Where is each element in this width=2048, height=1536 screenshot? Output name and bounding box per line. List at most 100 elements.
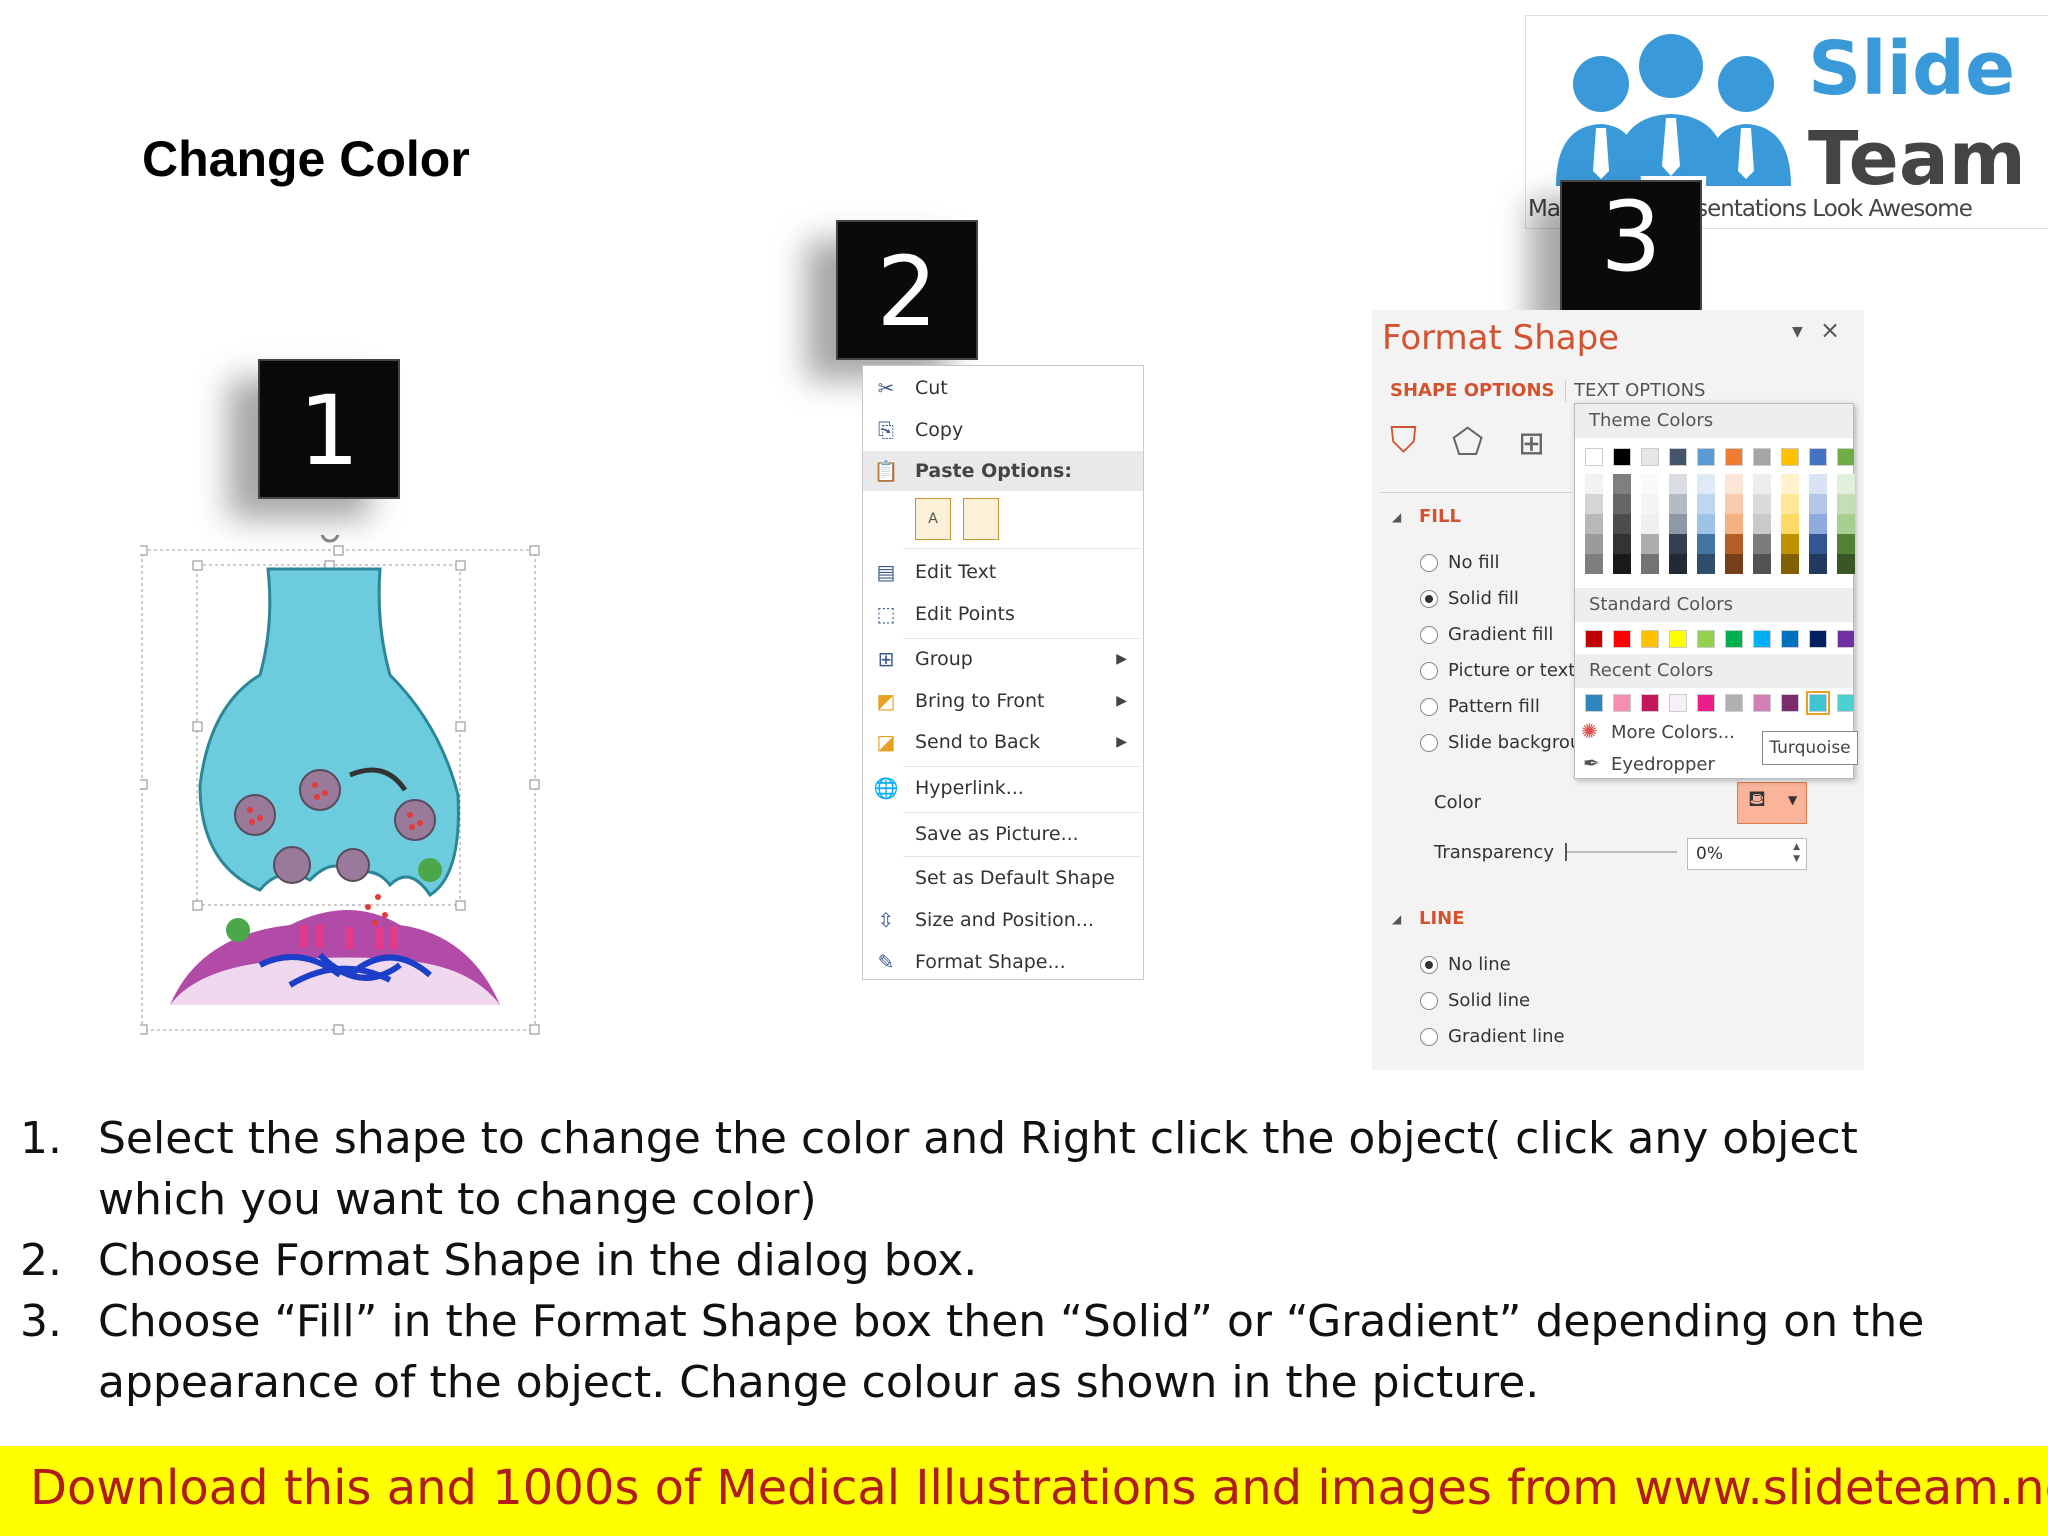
fill-color-button[interactable]: ⛾ ▼ xyxy=(1737,782,1807,824)
standard-color-swatch[interactable] xyxy=(1725,630,1743,648)
radio-solid-fill[interactable] xyxy=(1420,590,1438,608)
theme-shade-swatch[interactable] xyxy=(1781,514,1799,534)
theme-color-swatch[interactable] xyxy=(1725,448,1743,466)
theme-shade-swatch[interactable] xyxy=(1641,474,1659,494)
radio-pattern-fill[interactable] xyxy=(1420,698,1438,716)
theme-shade-swatch[interactable] xyxy=(1585,514,1603,534)
standard-color-swatch[interactable] xyxy=(1809,630,1827,648)
transparency-input[interactable]: 0% ▲ ▼ xyxy=(1687,838,1807,870)
theme-shade-swatch[interactable] xyxy=(1837,494,1855,514)
theme-shade-swatch[interactable] xyxy=(1753,554,1771,574)
theme-color-swatch[interactable] xyxy=(1669,448,1687,466)
theme-shade-swatch[interactable] xyxy=(1697,494,1715,514)
theme-shade-swatch[interactable] xyxy=(1669,474,1687,494)
menu-item-copy[interactable]: ⎘ Copy xyxy=(863,410,1143,450)
theme-color-swatch[interactable] xyxy=(1585,448,1603,466)
theme-shade-swatch[interactable] xyxy=(1585,554,1603,574)
synapse-illustration[interactable] xyxy=(137,523,540,1045)
theme-shade-swatch[interactable] xyxy=(1641,494,1659,514)
theme-shade-swatch[interactable] xyxy=(1697,534,1715,554)
recent-color-swatch[interactable] xyxy=(1585,694,1603,712)
menu-item-set-default-shape[interactable]: Set as Default Shape xyxy=(863,858,1143,898)
theme-shade-swatch[interactable] xyxy=(1725,554,1743,574)
theme-shade-swatch[interactable] xyxy=(1697,554,1715,574)
recent-color-swatch[interactable] xyxy=(1837,694,1855,712)
theme-shade-swatch[interactable] xyxy=(1781,474,1799,494)
recent-color-swatch[interactable] xyxy=(1806,691,1830,715)
standard-color-swatch[interactable] xyxy=(1585,630,1603,648)
radio-gradient-fill[interactable] xyxy=(1420,626,1438,644)
line-section-header[interactable]: LINE xyxy=(1419,908,1465,929)
theme-shade-swatch[interactable] xyxy=(1669,554,1687,574)
standard-color-swatch[interactable] xyxy=(1641,630,1659,648)
size-properties-icon[interactable]: ⊞ xyxy=(1518,424,1545,462)
radio-no-fill[interactable] xyxy=(1420,554,1438,572)
paste-keep-text-icon[interactable]: A xyxy=(915,498,951,540)
theme-color-swatch[interactable] xyxy=(1641,448,1659,466)
theme-shade-swatch[interactable] xyxy=(1781,554,1799,574)
tab-text-options[interactable]: TEXT OPTIONS xyxy=(1574,380,1705,401)
standard-color-swatch[interactable] xyxy=(1837,630,1855,648)
menu-item-group[interactable]: ⊞ Group ▶ xyxy=(863,639,1143,679)
download-banner[interactable]: Download this and 1000s of Medical Illus… xyxy=(0,1446,2048,1536)
recent-color-swatch[interactable] xyxy=(1753,694,1771,712)
theme-shade-swatch[interactable] xyxy=(1837,474,1855,494)
close-icon[interactable]: × xyxy=(1820,316,1840,344)
theme-shade-swatch[interactable] xyxy=(1585,534,1603,554)
radio-solid-line[interactable] xyxy=(1420,992,1438,1010)
theme-shade-swatch[interactable] xyxy=(1753,534,1771,554)
standard-color-swatch[interactable] xyxy=(1753,630,1771,648)
theme-shade-swatch[interactable] xyxy=(1697,474,1715,494)
theme-shade-swatch[interactable] xyxy=(1809,534,1827,554)
radio-picture-fill[interactable] xyxy=(1420,662,1438,680)
theme-shade-swatch[interactable] xyxy=(1641,534,1659,554)
recent-color-swatch[interactable] xyxy=(1613,694,1631,712)
standard-color-swatch[interactable] xyxy=(1613,630,1631,648)
theme-shade-swatch[interactable] xyxy=(1753,514,1771,534)
theme-shade-swatch[interactable] xyxy=(1753,494,1771,514)
recent-color-swatch[interactable] xyxy=(1669,694,1687,712)
paste-picture-icon[interactable] xyxy=(963,498,999,540)
theme-shade-swatch[interactable] xyxy=(1613,554,1631,574)
theme-shade-swatch[interactable] xyxy=(1809,474,1827,494)
theme-color-swatch[interactable] xyxy=(1753,448,1771,466)
radio-gradient-line[interactable] xyxy=(1420,1028,1438,1046)
effects-icon[interactable]: ⬠ xyxy=(1452,422,1483,463)
recent-color-swatch[interactable] xyxy=(1781,694,1799,712)
theme-shade-swatch[interactable] xyxy=(1585,494,1603,514)
theme-color-swatch[interactable] xyxy=(1781,448,1799,466)
theme-shade-swatch[interactable] xyxy=(1725,514,1743,534)
theme-shade-swatch[interactable] xyxy=(1809,514,1827,534)
theme-color-swatch[interactable] xyxy=(1697,448,1715,466)
theme-shade-swatch[interactable] xyxy=(1585,474,1603,494)
fill-section-header[interactable]: FILL xyxy=(1419,506,1461,527)
theme-shade-swatch[interactable] xyxy=(1781,494,1799,514)
theme-shade-swatch[interactable] xyxy=(1613,474,1631,494)
menu-item-save-as-picture[interactable]: Save as Picture... xyxy=(863,814,1143,854)
menu-item-send-to-back[interactable]: ◪ Send to Back ▶ xyxy=(863,722,1143,762)
transparency-slider-handle[interactable] xyxy=(1565,843,1567,861)
radio-slide-background-fill[interactable] xyxy=(1420,734,1438,752)
theme-shade-swatch[interactable] xyxy=(1669,514,1687,534)
recent-color-swatch[interactable] xyxy=(1725,694,1743,712)
theme-shade-swatch[interactable] xyxy=(1669,494,1687,514)
theme-shade-swatch[interactable] xyxy=(1725,494,1743,514)
theme-shade-swatch[interactable] xyxy=(1613,514,1631,534)
menu-item-cut[interactable]: ✂ Cut xyxy=(863,368,1143,408)
recent-color-swatch[interactable] xyxy=(1641,694,1659,712)
theme-shade-swatch[interactable] xyxy=(1641,554,1659,574)
theme-shade-swatch[interactable] xyxy=(1641,514,1659,534)
menu-item-size-position[interactable]: ⇳ Size and Position... xyxy=(863,900,1143,940)
theme-shade-swatch[interactable] xyxy=(1753,474,1771,494)
theme-shade-swatch[interactable] xyxy=(1837,554,1855,574)
menu-item-bring-to-front[interactable]: ◩ Bring to Front ▶ xyxy=(863,681,1143,721)
tab-shape-options[interactable]: SHAPE OPTIONS xyxy=(1390,380,1555,401)
theme-shade-swatch[interactable] xyxy=(1725,474,1743,494)
fill-collapse-icon[interactable]: ◢ xyxy=(1392,510,1401,524)
theme-shade-swatch[interactable] xyxy=(1837,534,1855,554)
theme-color-swatch[interactable] xyxy=(1613,448,1631,466)
radio-no-line[interactable] xyxy=(1420,956,1438,974)
theme-shade-swatch[interactable] xyxy=(1809,554,1827,574)
theme-shade-swatch[interactable] xyxy=(1613,534,1631,554)
theme-shade-swatch[interactable] xyxy=(1781,534,1799,554)
